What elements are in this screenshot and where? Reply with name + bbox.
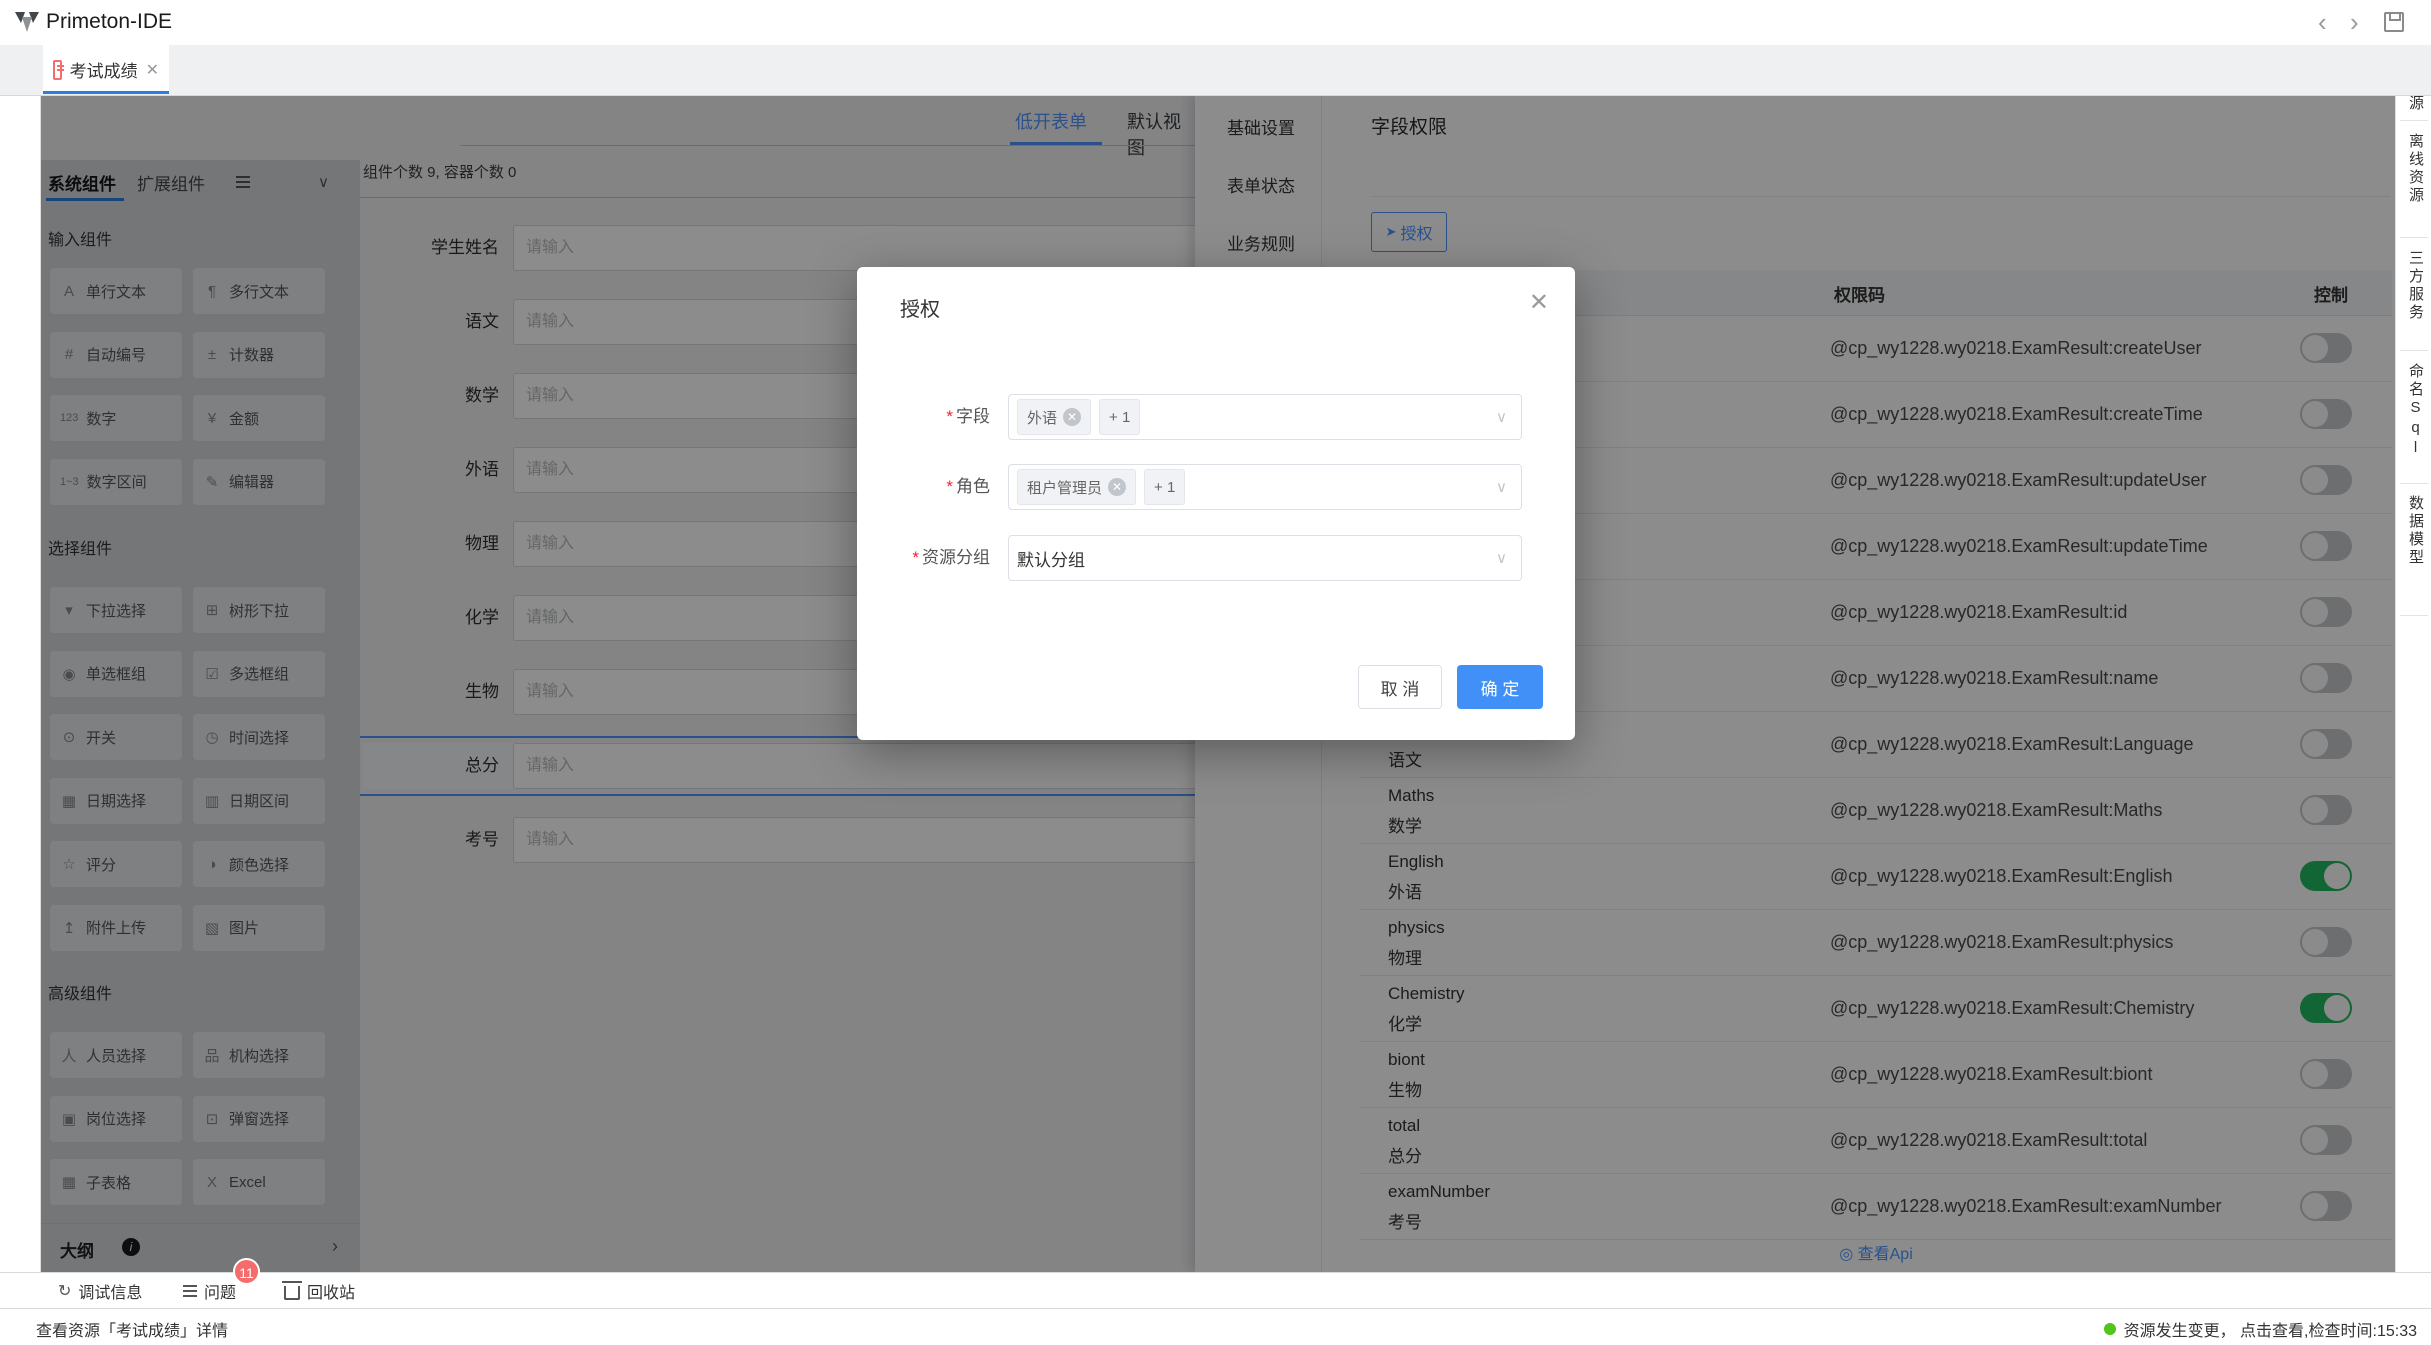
form-doc-icon [53, 60, 62, 80]
save-icon[interactable] [2384, 12, 2404, 32]
cancel-button[interactable]: 取 消 [1358, 665, 1442, 709]
confirm-button[interactable]: 确 定 [1457, 665, 1543, 709]
modal-field-row-角色: *角色租户管理员✕+ 1 ∨ [857, 464, 1575, 510]
bottom-toolbar: ↻调试信息问题11回收站 [0, 1272, 2431, 1309]
app-logo-icon [14, 10, 40, 39]
app-title: Primeton-IDE [46, 10, 172, 34]
toolbar-item-label: 调试信息 [78, 1279, 142, 1303]
right-rail-separator [2400, 350, 2428, 351]
chevron-down-icon: ∨ [1496, 549, 1507, 567]
issues-count-badge: 11 [233, 1258, 260, 1285]
more-tags-chip: + 1 [1144, 469, 1185, 505]
right-rail-item-3[interactable]: 三方服务 [2405, 250, 2426, 322]
selected-value: 默认分组 [1017, 546, 1085, 571]
modal-field-row-字段: *字段外语✕+ 1 ∨ [857, 394, 1575, 440]
status-green-dot-icon [2104, 1323, 2116, 1335]
status-bar: 查看资源「考试成绩」详情 资源发生变更， 点击查看,检查时间:15:33 [0, 1308, 2431, 1345]
nav-forward-icon[interactable]: › [2350, 4, 2359, 40]
nav-back-icon[interactable]: ‹ [2318, 4, 2327, 40]
issues-icon [183, 1285, 197, 1287]
required-asterisk: * [946, 477, 953, 496]
left-rail: 资源 [0, 45, 41, 1272]
recycle-bin-icon [284, 1286, 300, 1300]
toolbar-item-issues[interactable]: 问题 [183, 1273, 236, 1309]
chevron-down-icon: ∨ [1496, 408, 1507, 426]
right-rail-item-4[interactable]: 命名Sql [2405, 363, 2426, 459]
selected-tag[interactable]: 外语✕ [1017, 399, 1091, 435]
toolbar-item-label: 问题 [204, 1279, 236, 1303]
more-tags-chip: + 1 [1099, 399, 1140, 435]
right-rail-separator [2400, 120, 2428, 121]
toolbar-item-label: 回收站 [307, 1279, 355, 1303]
right-rail-item-5[interactable]: 数据模型 [2405, 495, 2426, 567]
required-asterisk: * [912, 548, 919, 567]
tag-remove-icon[interactable]: ✕ [1063, 408, 1081, 426]
selected-tag[interactable]: 租户管理员✕ [1017, 469, 1136, 505]
modal-field-row-资源分组: *资源分组 默认分组 ∨ [857, 535, 1575, 581]
toolbar-item-debug-info[interactable]: ↻ 调试信息 [58, 1273, 142, 1309]
right-rail-separator [2400, 483, 2428, 484]
debug-info-icon: ↻ [58, 1281, 71, 1301]
chevron-down-icon: ∨ [1496, 478, 1507, 496]
status-right[interactable]: 资源发生变更， 点击查看,检查时间:15:33 [2104, 1317, 2417, 1341]
right-rail-separator [2400, 237, 2428, 238]
right-rail: 数据源离线资源三方服务命名Sql数据模型 [2395, 45, 2431, 1272]
tab-label: 考试成绩 [70, 57, 138, 82]
modal-field-label: *角色 [857, 464, 990, 510]
modal-field-label: *字段 [857, 394, 990, 440]
status-left-text[interactable]: 查看资源「考试成绩」详情 [36, 1317, 228, 1341]
status-right-text: 资源发生变更， 点击查看,检查时间:15:33 [2124, 1317, 2417, 1341]
tab-close-icon[interactable]: ✕ [146, 60, 159, 80]
title-bar: Primeton-IDE ‹ › [0, 0, 2431, 46]
right-rail-item-2[interactable]: 离线资源 [2405, 133, 2426, 205]
modal-select-资源分组[interactable]: 默认分组 ∨ [1008, 535, 1522, 581]
toolbar-item-recycle-bin[interactable]: 回收站 [284, 1273, 355, 1309]
modal-title: 授权 [900, 293, 940, 322]
tab-exam-result[interactable]: 考试成绩 ✕ [43, 45, 169, 94]
authorize-modal: 授权 ✕ *字段外语✕+ 1∨*角色租户管理员✕+ 1∨*资源分组默认分组∨ 取… [857, 267, 1575, 740]
modal-select-角色[interactable]: 租户管理员✕+ 1 ∨ [1008, 464, 1522, 510]
right-rail-separator [2400, 615, 2428, 616]
required-asterisk: * [946, 407, 953, 426]
app-window: Primeton-IDE ‹ › 考试成绩 ✕ 资源 数据源离线资源三方服务命名… [0, 0, 2431, 1345]
tag-remove-icon[interactable]: ✕ [1108, 478, 1126, 496]
modal-select-字段[interactable]: 外语✕+ 1 ∨ [1008, 394, 1522, 440]
document-tab-row: 考试成绩 ✕ [0, 45, 2431, 96]
modal-field-label: *资源分组 [857, 535, 990, 581]
active-tab-indicator [43, 91, 169, 94]
modal-close-icon[interactable]: ✕ [1529, 291, 1549, 315]
